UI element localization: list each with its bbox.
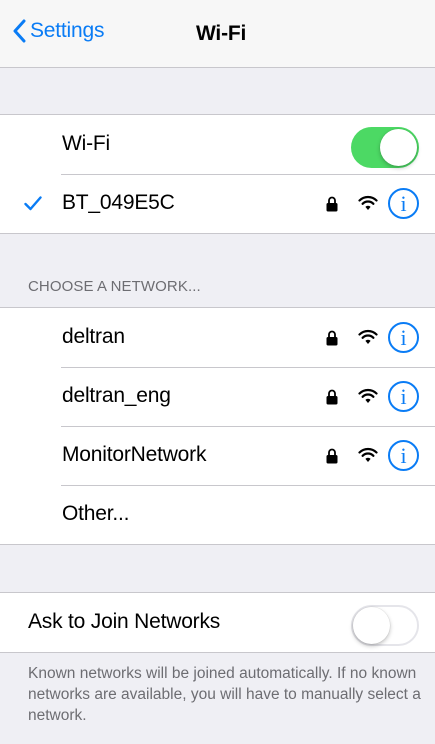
page-title: Wi-Fi xyxy=(196,22,247,45)
info-icon[interactable]: i xyxy=(388,188,419,219)
wifi-toggle-label: Wi-Fi xyxy=(62,132,110,155)
network-row[interactable]: deltran_eng i xyxy=(0,367,435,426)
lock-icon xyxy=(326,389,338,405)
connected-network-row[interactable]: BT_049E5C i xyxy=(0,174,435,233)
wifi-icon xyxy=(358,388,378,403)
back-button-label: Settings xyxy=(30,19,105,42)
wifi-icon xyxy=(358,329,378,344)
connected-network-name: BT_049E5C xyxy=(62,191,175,214)
wifi-group: Wi-Fi BT_049E5C i xyxy=(0,114,435,234)
wifi-toggle[interactable] xyxy=(351,127,419,168)
lock-icon xyxy=(326,330,338,346)
ask-join-toggle[interactable] xyxy=(351,605,419,646)
lock-icon xyxy=(326,448,338,464)
network-row[interactable]: deltran i xyxy=(0,308,435,367)
ask-join-row: Ask to Join Networks xyxy=(0,593,435,652)
back-button[interactable]: Settings xyxy=(12,19,104,43)
info-icon[interactable]: i xyxy=(388,440,419,471)
network-row[interactable]: MonitorNetwork i xyxy=(0,426,435,485)
network-name: deltran_eng xyxy=(62,384,171,407)
wifi-toggle-row: Wi-Fi xyxy=(0,115,435,174)
info-icon[interactable]: i xyxy=(388,322,419,353)
network-name: MonitorNetwork xyxy=(62,443,207,466)
ask-join-footer-text: Known networks will be joined automatica… xyxy=(28,665,421,724)
network-name: deltran xyxy=(62,325,125,348)
wifi-icon xyxy=(358,195,378,210)
toggle-knob xyxy=(380,129,417,166)
lock-icon xyxy=(326,196,338,212)
chevron-left-icon xyxy=(13,19,26,43)
networks-group: deltran i deltran_eng i MonitorNetwork i… xyxy=(0,307,435,545)
ask-join-label: Ask to Join Networks xyxy=(28,610,221,633)
wifi-icon xyxy=(358,447,378,462)
choose-network-header: CHOOSE A NETWORK... xyxy=(28,278,201,295)
info-icon[interactable]: i xyxy=(388,381,419,412)
other-network-row[interactable]: Other... xyxy=(0,485,435,544)
other-network-label: Other... xyxy=(62,502,130,525)
navigation-bar: Settings Wi-Fi xyxy=(0,0,435,68)
ask-join-group: Ask to Join Networks xyxy=(0,592,435,653)
checkmark-icon xyxy=(24,196,42,211)
toggle-knob xyxy=(353,607,390,644)
